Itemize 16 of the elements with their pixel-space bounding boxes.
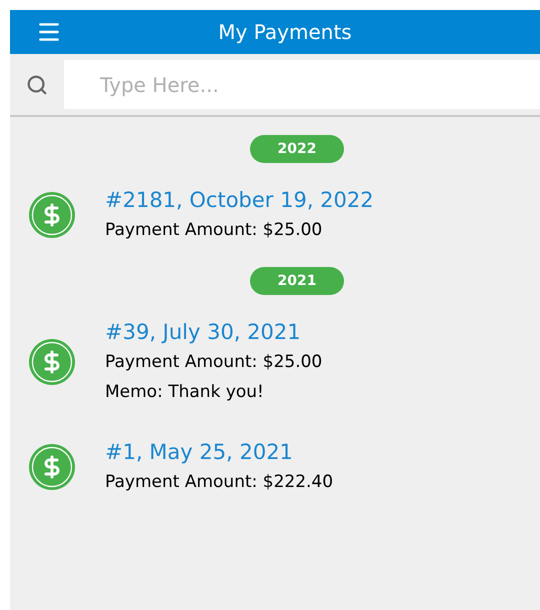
payment-title[interactable]: #2181, October 19, 2022 xyxy=(105,185,374,215)
dollar-coin-icon xyxy=(28,191,76,239)
year-badge: 2021 xyxy=(250,267,344,295)
search-field[interactable]: Type Here... xyxy=(64,60,540,109)
year-badge: 2022 xyxy=(250,135,344,163)
dollar-coin-icon xyxy=(28,443,76,491)
dollar-coin-icon xyxy=(28,338,76,386)
payment-detail: Memo: Thank you! xyxy=(105,381,265,404)
payment-title[interactable]: #39, July 30, 2021 xyxy=(105,317,322,347)
payment-detail: Payment Amount: $25.00 xyxy=(105,219,324,242)
menu-button[interactable] xyxy=(36,20,62,44)
payment-detail: Payment Amount: $222.40 xyxy=(105,471,334,494)
payment-title[interactable]: #1, May 25, 2021 xyxy=(105,437,334,467)
payment-detail: Payment Amount: $25.00 xyxy=(105,351,322,374)
search-icon xyxy=(26,74,48,96)
page-title: My Payments xyxy=(217,19,352,46)
